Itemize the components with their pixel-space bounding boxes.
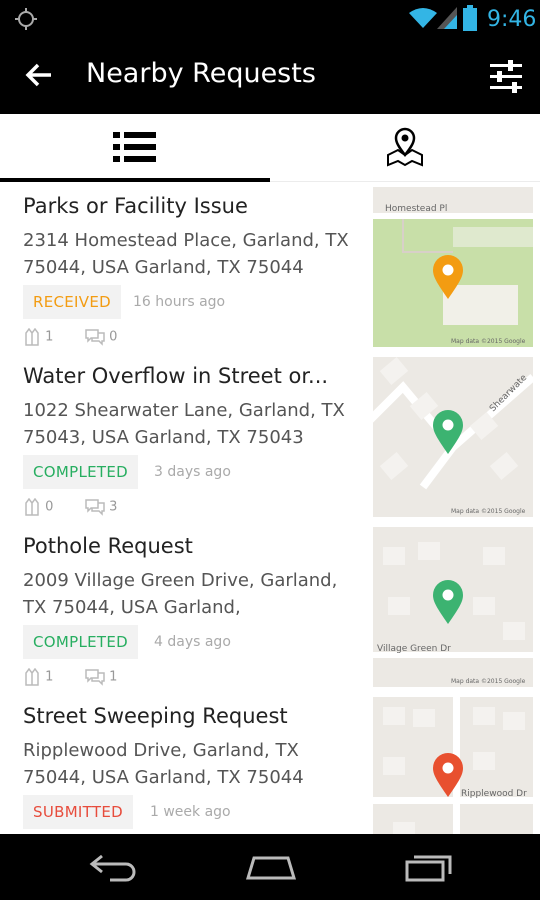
support-icon bbox=[25, 667, 39, 686]
map-thumbnail[interactable]: Ripplewood Dr bbox=[373, 697, 533, 834]
comment-icon bbox=[85, 669, 105, 686]
app-bar: Nearby Requests bbox=[0, 38, 540, 114]
map-thumbnail[interactable]: Homestead Pl Map data ©2015 Google bbox=[373, 187, 533, 347]
map-image: Village Green Dr Map data ©2015 Google bbox=[373, 527, 533, 687]
list-item[interactable]: Water Overflow in Street or... 1022 Shea… bbox=[0, 352, 540, 522]
comments-count: 1 bbox=[85, 668, 117, 686]
status-badge: COMPLETED bbox=[23, 625, 138, 659]
request-address: 2314 Homestead Place, Garland, TX 75044,… bbox=[23, 230, 349, 278]
svg-text:Map data ©2015 Google: Map data ©2015 Google bbox=[451, 678, 526, 685]
request-list: Parks or Facility Issue 2314 Homestead P… bbox=[0, 182, 540, 834]
map-thumbnail[interactable]: Village Green Dr Map data ©2015 Google bbox=[373, 527, 533, 687]
list-item[interactable]: Street Sweeping Request Ripplewood Drive… bbox=[0, 692, 540, 834]
svg-text:Homestead Pl: Homestead Pl bbox=[385, 204, 447, 214]
map-image: Homestead Pl Map data ©2015 Google bbox=[373, 187, 533, 347]
supports-count: 1 bbox=[23, 327, 53, 346]
time-ago: 1 week ago bbox=[150, 804, 231, 820]
comment-icon bbox=[85, 329, 105, 346]
status-badge: SUBMITTED bbox=[23, 795, 133, 829]
request-address: 1022 Shearwater Lane, Garland, TX 75043,… bbox=[23, 400, 345, 448]
time-ago: 16 hours ago bbox=[133, 294, 226, 310]
time-ago: 4 days ago bbox=[154, 634, 231, 650]
request-title: Pothole Request bbox=[23, 534, 193, 558]
supports-count: 1 bbox=[23, 667, 53, 686]
request-title: Water Overflow in Street or... bbox=[23, 364, 329, 388]
system-nav-bar bbox=[0, 834, 540, 900]
request-address: Ripplewood Drive, Garland, TX 75044, USA… bbox=[23, 740, 304, 788]
svg-text:Village Green Dr: Village Green Dr bbox=[377, 644, 451, 654]
filter-sliders-icon[interactable] bbox=[488, 58, 524, 94]
recent-apps-icon[interactable] bbox=[404, 852, 454, 882]
signal-icon bbox=[437, 7, 457, 29]
svg-text:Ripplewood Dr: Ripplewood Dr bbox=[461, 789, 527, 799]
supports-count: 0 bbox=[23, 497, 53, 516]
request-address: 2009 Village Green Drive, Garland, TX 75… bbox=[23, 570, 338, 618]
request-title: Street Sweeping Request bbox=[23, 704, 288, 728]
back-icon[interactable] bbox=[88, 852, 138, 882]
map-thumbnail[interactable]: Shearwate Map data ©2015 Google bbox=[373, 357, 533, 517]
tab-list[interactable] bbox=[0, 114, 270, 182]
list-icon bbox=[113, 132, 156, 162]
list-item[interactable]: Parks or Facility Issue 2314 Homestead P… bbox=[0, 182, 540, 352]
map-image: Shearwate Map data ©2015 Google bbox=[373, 357, 533, 517]
gps-icon bbox=[15, 8, 37, 30]
view-tabs bbox=[0, 114, 540, 182]
battery-icon bbox=[463, 5, 477, 31]
support-icon bbox=[25, 327, 39, 346]
back-arrow-icon[interactable] bbox=[24, 60, 54, 90]
comments-count: 3 bbox=[85, 498, 117, 516]
status-bar: 9:46 bbox=[0, 0, 540, 38]
support-icon bbox=[25, 497, 39, 516]
status-badge: RECEIVED bbox=[23, 285, 121, 319]
page-title: Nearby Requests bbox=[86, 58, 316, 89]
time-ago: 3 days ago bbox=[154, 464, 231, 480]
comment-icon bbox=[85, 499, 105, 516]
map-image: Ripplewood Dr bbox=[373, 697, 533, 834]
list-item[interactable]: Pothole Request 2009 Village Green Drive… bbox=[0, 522, 540, 692]
map-pin-icon bbox=[387, 127, 423, 167]
status-time: 9:46 bbox=[487, 7, 537, 32]
tab-map[interactable] bbox=[270, 114, 540, 182]
status-badge: COMPLETED bbox=[23, 455, 138, 489]
wifi-icon bbox=[409, 8, 437, 28]
home-icon[interactable] bbox=[244, 852, 298, 882]
comments-count: 0 bbox=[85, 328, 117, 346]
request-title: Parks or Facility Issue bbox=[23, 194, 248, 218]
svg-text:Map data ©2015 Google: Map data ©2015 Google bbox=[451, 508, 526, 515]
svg-text:Map data ©2015 Google: Map data ©2015 Google bbox=[451, 338, 526, 345]
